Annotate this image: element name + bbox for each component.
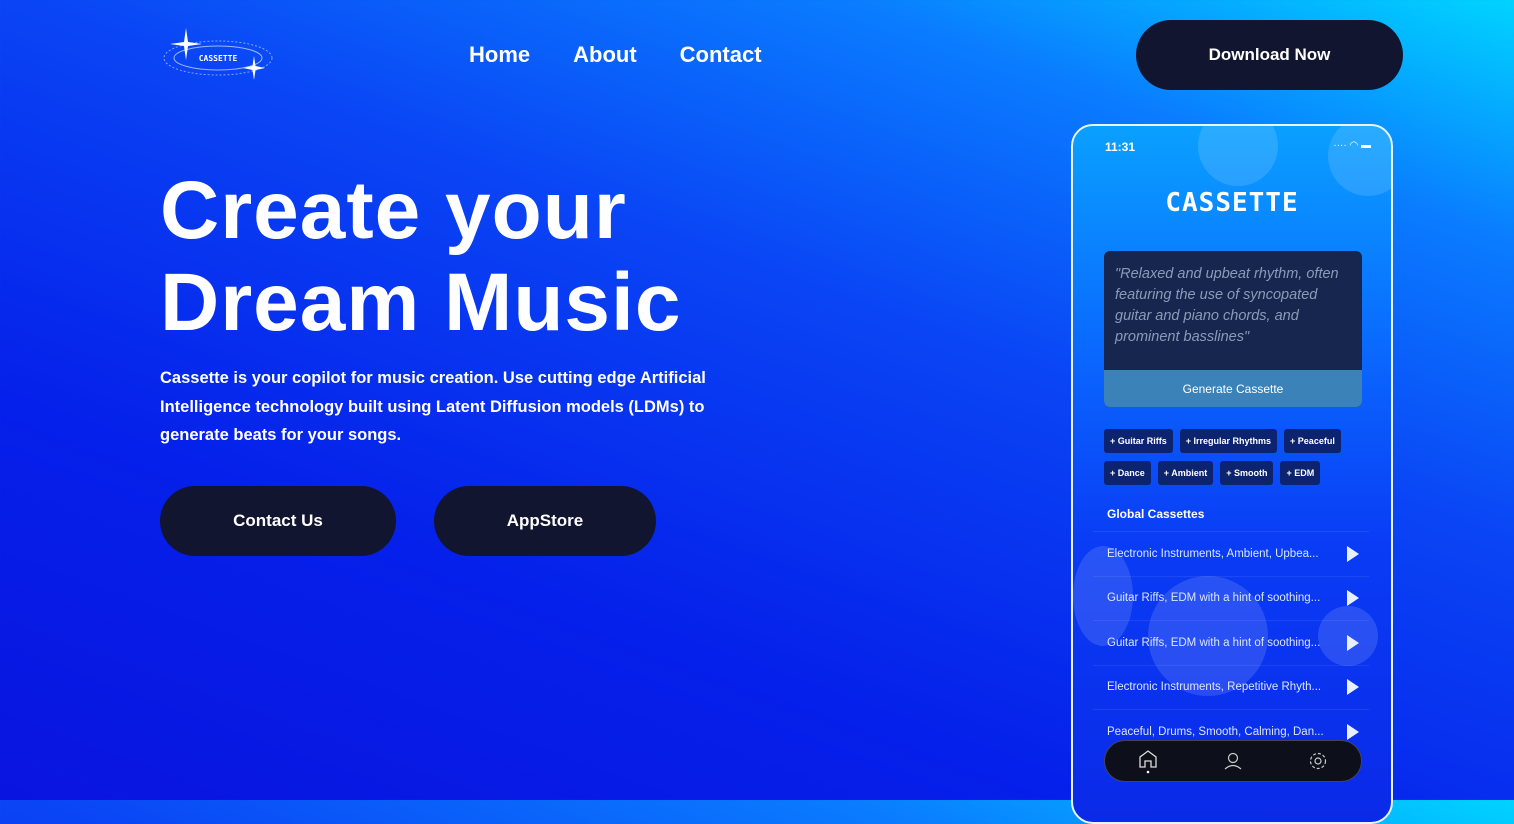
cassette-title: Electronic Instruments, Ambient, Upbea..… (1107, 547, 1319, 560)
settings-icon[interactable] (1307, 750, 1329, 772)
hero-description: Cassette is your copilot for music creat… (160, 369, 706, 444)
cassette-title: Guitar Riffs, EDM with a hint of soothin… (1107, 636, 1321, 649)
status-time: 11:31 (1105, 140, 1136, 154)
nav-about[interactable]: About (573, 42, 637, 68)
global-cassettes-title: Global Cassettes (1107, 507, 1205, 521)
title-line-2: Dream Music (160, 257, 682, 348)
tag-chip[interactable]: + Dance (1104, 461, 1151, 485)
play-icon[interactable] (1347, 723, 1359, 740)
play-icon[interactable] (1347, 545, 1359, 562)
cassette-title: Electronic Instruments, Repetitive Rhyth… (1107, 681, 1322, 694)
title-line-1: Create your (160, 165, 627, 256)
contact-us-button[interactable]: Contact Us (160, 486, 396, 556)
download-button[interactable]: Download Now (1136, 20, 1403, 90)
home-icon[interactable] (1137, 748, 1159, 774)
cassette-title: Guitar Riffs, EDM with a hint of soothin… (1107, 592, 1321, 605)
tag-chip[interactable]: + Ambient (1157, 461, 1214, 485)
generate-cassette-button[interactable]: Generate Cassette (1104, 370, 1362, 407)
svg-text:CASSETTE: CASSETTE (199, 54, 238, 63)
wifi-battery-icon: ···· ◠ ▬ (1333, 140, 1371, 151)
cassette-list: Electronic Instruments, Ambient, Upbea..… (1093, 531, 1369, 754)
prompt-card: "Relaxed and upbeat rhythm, often featur… (1104, 251, 1362, 407)
prompt-input[interactable]: "Relaxed and upbeat rhythm, often featur… (1104, 251, 1362, 361)
tag-chip[interactable]: + Guitar Riffs (1104, 429, 1173, 453)
nav-home[interactable]: Home (469, 42, 530, 68)
main-nav: Home About Contact (469, 42, 762, 68)
tag-list: + Guitar Riffs + Irregular Rhythms + Pea… (1104, 429, 1374, 485)
tab-bar (1104, 740, 1362, 782)
appstore-button[interactable]: AppStore (434, 486, 656, 556)
nav-contact[interactable]: Contact (680, 42, 762, 68)
list-item[interactable]: Electronic Instruments, Repetitive Rhyth… (1093, 664, 1369, 710)
tag-chip[interactable]: + Smooth (1220, 461, 1274, 485)
hero-title: Create your Dream Music (160, 165, 681, 349)
play-icon[interactable] (1347, 590, 1359, 607)
phone-mockup: 11:31 ···· ◠ ▬ CASSETTE "Relaxed and upb… (1071, 124, 1393, 824)
tag-chip[interactable]: + Irregular Rhythms (1179, 429, 1278, 453)
list-item[interactable]: Guitar Riffs, EDM with a hint of soothin… (1093, 620, 1369, 665)
app-logo: CASSETTE (1165, 188, 1299, 218)
tag-chip[interactable]: + Peaceful (1284, 429, 1341, 453)
cassette-logo[interactable]: CASSETTE (160, 26, 278, 86)
list-item[interactable]: Guitar Riffs, EDM with a hint of soothin… (1093, 575, 1369, 621)
profile-icon[interactable] (1222, 750, 1244, 772)
cassette-title: Peaceful, Drums, Smooth, Calming, Dan... (1107, 725, 1324, 738)
play-icon[interactable] (1347, 679, 1359, 696)
play-icon[interactable] (1347, 634, 1359, 651)
list-item[interactable]: Electronic Instruments, Ambient, Upbea..… (1093, 531, 1369, 576)
tag-chip[interactable]: + EDM (1280, 461, 1321, 485)
